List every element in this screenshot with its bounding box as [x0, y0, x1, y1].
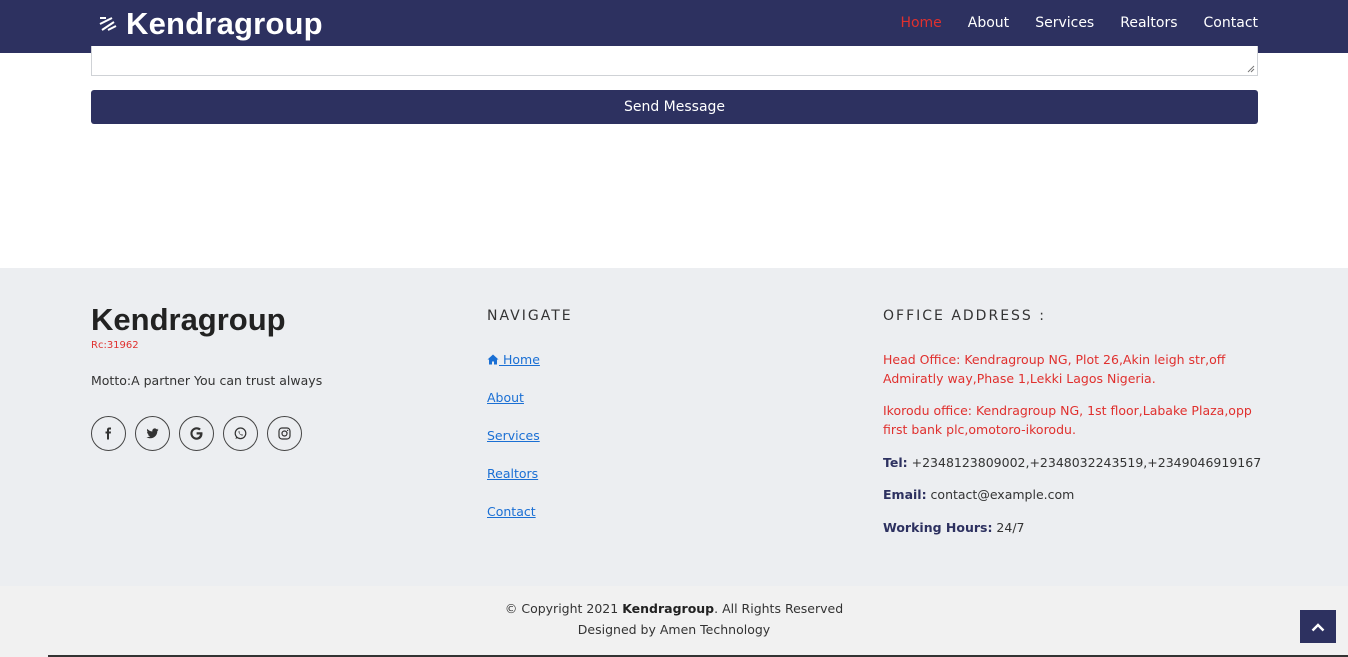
nav-contact[interactable]: Contact [1204, 15, 1258, 31]
facebook-button[interactable] [91, 416, 126, 451]
google-icon [190, 427, 203, 440]
nav-home[interactable]: Home [900, 15, 941, 31]
ikorodu-office-address: Ikorodu office: Kendragroup NG, 1st floo… [883, 403, 1252, 437]
whatsapp-button[interactable] [223, 416, 258, 451]
twitter-button[interactable] [135, 416, 170, 451]
whatsapp-icon [234, 427, 247, 440]
twitter-icon [146, 428, 159, 439]
footer-links: Home About Services Realtors Contact [487, 352, 787, 520]
home-icon [487, 354, 499, 365]
footer: Kendragroup Rc:31962 Motto:A partner You… [0, 268, 1348, 586]
email-label: Email: [883, 487, 927, 502]
tel-label: Tel: [883, 455, 908, 470]
hours-label: Working Hours: [883, 520, 993, 535]
footer-navigate: NAVIGATE Home About Services Realtors Co… [487, 308, 787, 542]
footer-link-home[interactable]: Home [487, 352, 787, 368]
footer-link-realtors[interactable]: Realtors [487, 466, 787, 482]
telephone-line: Tel: +2348123809002,+2348032243519,+2349… [883, 453, 1263, 472]
rc-number: Rc:31962 [91, 340, 139, 351]
copyright-suffix: . All Rights Reserved [714, 601, 844, 616]
instagram-icon [278, 427, 291, 440]
social-links [91, 416, 391, 451]
footer-link-contact[interactable]: Contact [487, 504, 787, 520]
copyright-bar: © Copyright 2021 Kendragroup. All Rights… [0, 586, 1348, 657]
brand-logo[interactable]: Kendragroup [98, 6, 323, 42]
motto-text: Motto:A partner You can trust always [91, 373, 323, 388]
resize-handle-icon[interactable] [1247, 65, 1255, 73]
email-value: contact@example.com [926, 487, 1075, 502]
instagram-button[interactable] [267, 416, 302, 451]
footer-link-about[interactable]: About [487, 390, 787, 406]
copyright-line: © Copyright 2021 Kendragroup. All Rights… [0, 601, 1348, 616]
head-office-address: Head Office: Kendragroup NG, Plot 26,Aki… [883, 352, 1226, 386]
footer-link-home-label: Home [499, 352, 540, 367]
footer-brand: Kendragroup [91, 302, 286, 337]
back-to-top-button[interactable] [1300, 610, 1336, 643]
nav-services[interactable]: Services [1035, 15, 1094, 31]
office-heading: OFFICE ADDRESS : [883, 308, 1046, 324]
copyright-brand: Kendragroup [622, 601, 715, 616]
chevron-up-icon [1311, 622, 1325, 631]
brand-icon [99, 17, 117, 31]
facebook-icon [105, 427, 111, 440]
main-nav: Home About Services Realtors Contact [900, 15, 1258, 31]
hours-value: 24/7 [992, 520, 1025, 535]
hours-line: Working Hours: 24/7 [883, 518, 1263, 537]
send-message-button[interactable]: Send Message [91, 90, 1258, 124]
footer-link-services[interactable]: Services [487, 428, 787, 444]
designed-by: Designed by Amen Technology [577, 622, 771, 637]
copyright-prefix: © Copyright 2021 [504, 601, 623, 616]
nav-realtors[interactable]: Realtors [1120, 15, 1177, 31]
footer-office: OFFICE ADDRESS : Head Office: Kendragrou… [883, 308, 1263, 537]
nav-about[interactable]: About [968, 15, 1009, 31]
google-button[interactable] [179, 416, 214, 451]
footer-about: Kendragroup Rc:31962 Motto:A partner You… [91, 302, 391, 451]
email-line: Email: contact@example.com [883, 485, 1263, 504]
navigate-heading: NAVIGATE [487, 308, 573, 324]
tel-value: +2348123809002,+2348032243519,+234904691… [907, 455, 1262, 470]
message-textarea[interactable] [91, 46, 1258, 76]
brand-name: Kendragroup [126, 6, 323, 41]
